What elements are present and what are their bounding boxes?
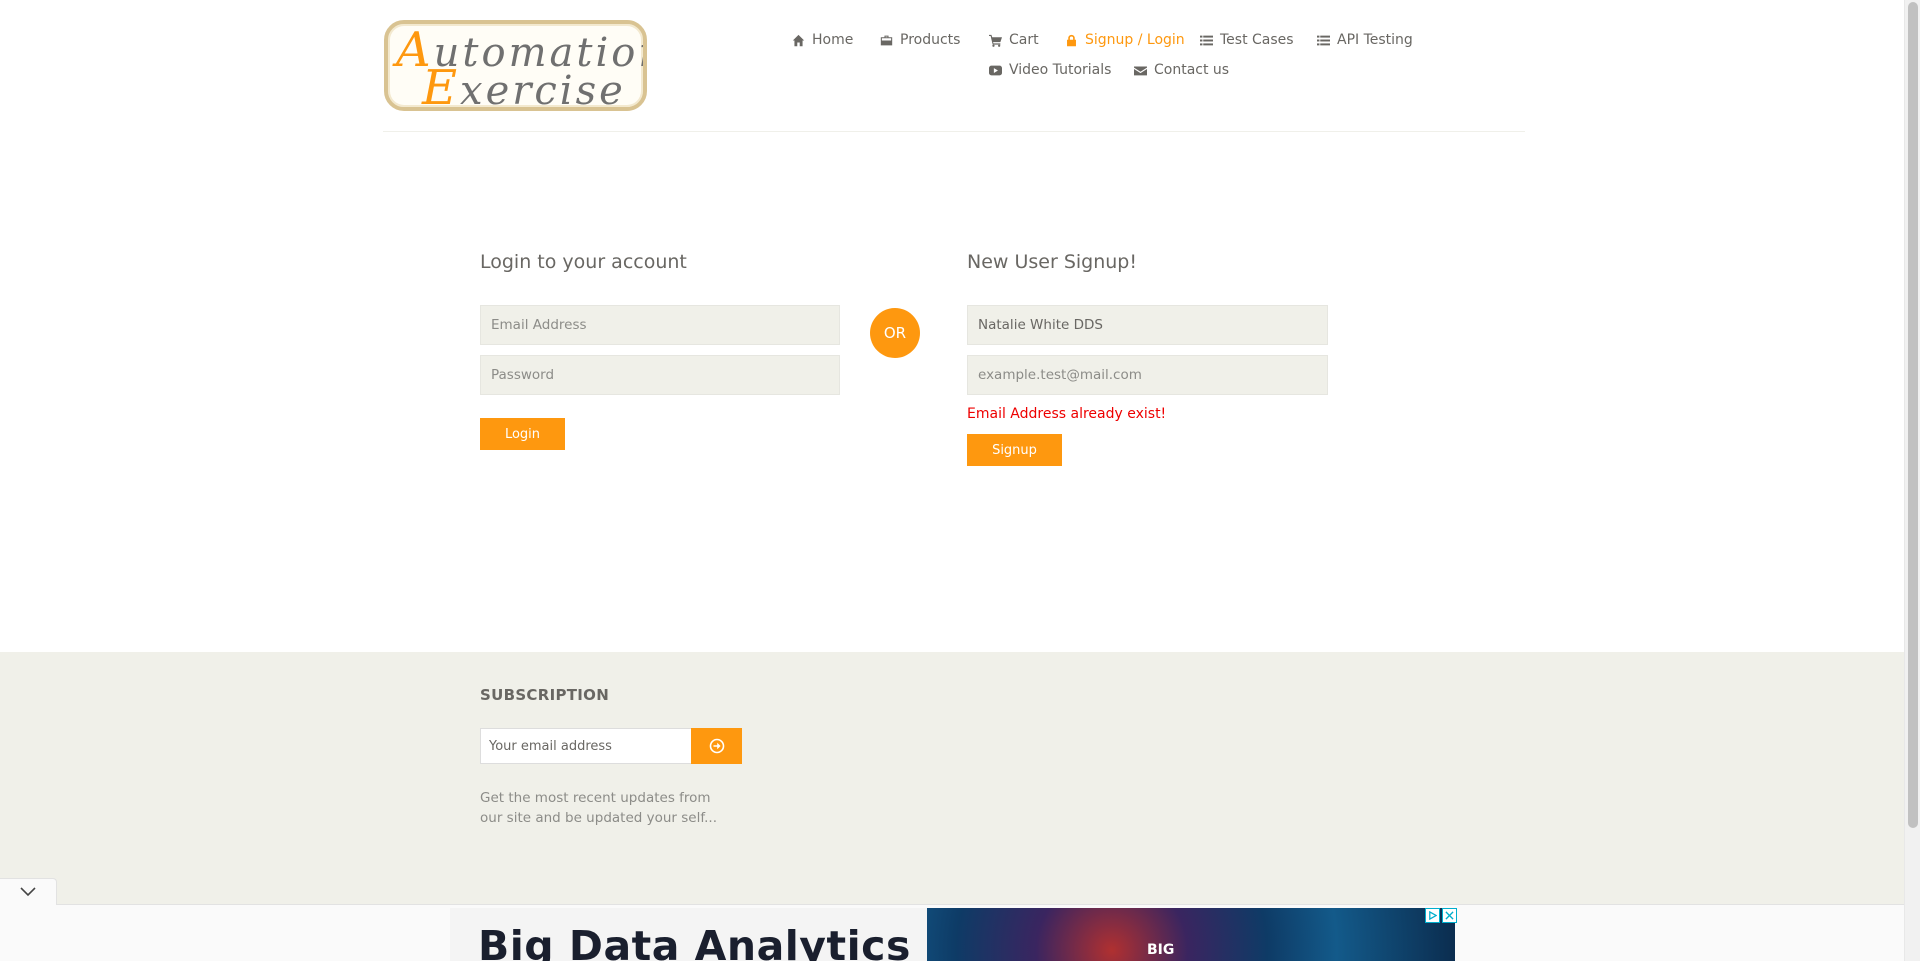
- list-icon: [1200, 35, 1213, 45]
- chevron-down-icon: [20, 887, 36, 897]
- page-scrollbar[interactable]: [1904, 0, 1920, 961]
- nav-products[interactable]: Products: [880, 32, 960, 48]
- ad-headline: Big Data Analytics: [478, 922, 911, 961]
- signup-title: New User Signup!: [967, 251, 1137, 273]
- home-icon: [792, 34, 805, 46]
- subscription-email-input[interactable]: [480, 728, 692, 764]
- ad-controls: [1425, 908, 1457, 923]
- signup-email-input[interactable]: [967, 355, 1328, 395]
- nav-home[interactable]: Home: [792, 32, 853, 48]
- site-logo[interactable]: Automation Exercise: [384, 20, 647, 111]
- ad-banner[interactable]: Big Data Analytics BIG: [450, 908, 1455, 961]
- arrow-circle-right-icon: [709, 738, 724, 754]
- signup-error-message: Email Address already exist!: [967, 406, 1167, 422]
- youtube-icon: [989, 65, 1002, 75]
- nav-test-cases[interactable]: Test Cases: [1200, 32, 1294, 48]
- login-title: Login to your account: [480, 251, 687, 273]
- briefcase-icon: [880, 35, 893, 45]
- cart-icon: [989, 34, 1002, 47]
- login-password-input[interactable]: [480, 355, 840, 395]
- close-icon: [1445, 911, 1454, 920]
- ad-image-text: BIG: [1147, 942, 1175, 958]
- subscription-description: Get the most recent updates from our sit…: [480, 790, 717, 826]
- nav-api-testing[interactable]: API Testing: [1317, 32, 1413, 48]
- ad-image: BIG: [927, 908, 1455, 961]
- nav-signup-login[interactable]: Signup / Login: [1065, 32, 1185, 48]
- logo-line-exercise: Exercise: [422, 60, 626, 111]
- site-header: Automation Exercise Home Products Cart S…: [0, 0, 1904, 132]
- nav-video-tutorials[interactable]: Video Tutorials: [989, 62, 1111, 78]
- ad-choices-icon: [1429, 911, 1437, 920]
- login-button[interactable]: Login: [480, 418, 565, 450]
- signup-button[interactable]: Signup: [967, 434, 1062, 466]
- nav-contact-us[interactable]: Contact us: [1134, 62, 1229, 78]
- lock-icon: [1067, 34, 1076, 46]
- scrollbar-thumb[interactable]: [1908, 2, 1918, 828]
- subscribe-button[interactable]: [691, 728, 742, 764]
- list-icon: [1317, 35, 1330, 45]
- ad-choices-button[interactable]: [1425, 908, 1440, 923]
- login-email-input[interactable]: [480, 305, 840, 345]
- header-divider: [383, 131, 1525, 132]
- nav-cart[interactable]: Cart: [989, 32, 1039, 48]
- envelope-icon: [1134, 65, 1147, 75]
- signup-name-input[interactable]: [967, 305, 1328, 345]
- site-footer: [0, 652, 1904, 904]
- or-divider-badge: OR: [870, 308, 920, 358]
- subscription-title: SUBSCRIPTION: [480, 686, 610, 704]
- ad-close-button[interactable]: [1442, 908, 1457, 923]
- ad-collapse-toggle[interactable]: [0, 878, 57, 905]
